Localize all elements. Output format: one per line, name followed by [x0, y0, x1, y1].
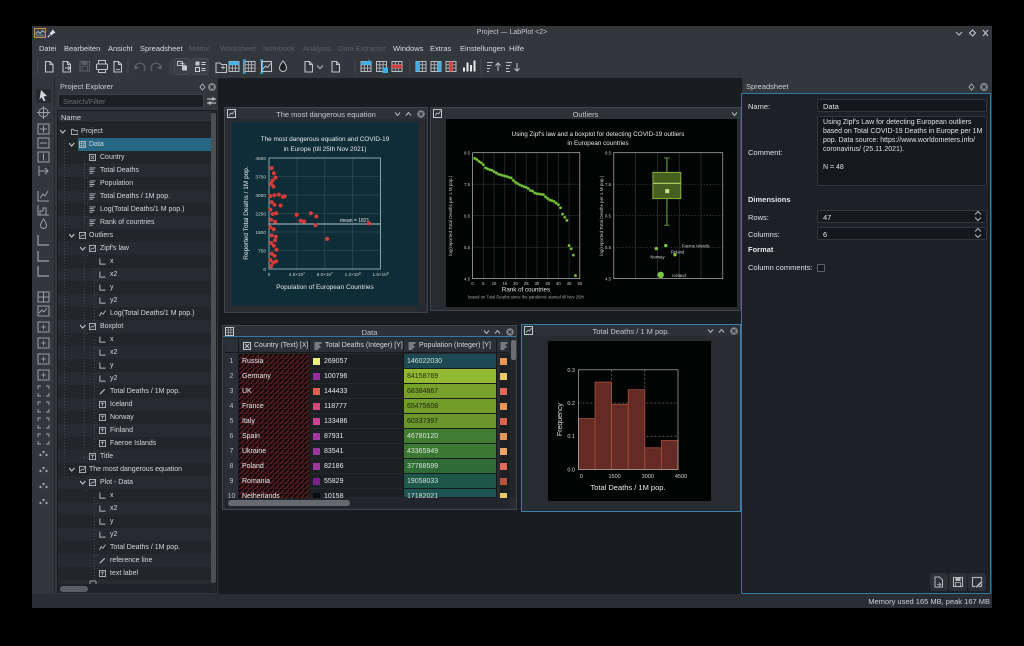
svg-text:30: 30: [535, 281, 540, 286]
svg-text:4.5: 4.5: [605, 276, 611, 281]
svg-text:7.5: 7.5: [464, 182, 470, 187]
svg-text:Reported Total Deaths / 1M pop: Reported Total Deaths / 1M pop.: [243, 166, 250, 260]
svg-text:Frequency: Frequency: [557, 403, 564, 437]
svg-text:The most dangerous equation an: The most dangerous equation and COVID-19: [261, 136, 390, 143]
svg-text:15: 15: [502, 281, 507, 286]
svg-text:4.5: 4.5: [464, 276, 470, 281]
svg-text:Iceland: Iceland: [672, 273, 686, 278]
svg-text:Finland: Finland: [671, 249, 685, 254]
svg-text:0: 0: [471, 281, 474, 286]
svg-text:1.2×108: 1.2×108: [345, 271, 361, 277]
svg-text:1500: 1500: [255, 230, 266, 236]
svg-text:Rank of countries: Rank of countries: [502, 287, 550, 294]
svg-text:5.5: 5.5: [605, 245, 611, 250]
svg-text:750: 750: [258, 248, 266, 254]
svg-text:Population of European Countri: Population of European Countries: [276, 284, 374, 291]
svg-text:log(reported Total Deaths per: log(reported Total Deaths per 1 M pop.): [599, 175, 604, 256]
svg-text:3750: 3750: [255, 174, 266, 180]
svg-text:0.0: 0.0: [567, 467, 575, 473]
svg-text:40: 40: [556, 281, 561, 286]
svg-text:1500: 1500: [608, 474, 620, 480]
svg-text:35: 35: [545, 281, 550, 286]
svg-text:3000: 3000: [642, 474, 654, 480]
svg-text:1.6×108: 1.6×108: [373, 271, 389, 277]
svg-text:25: 25: [524, 281, 529, 286]
svg-text:in Europe (till 25th Nov 2021): in Europe (till 25th Nov 2021): [284, 146, 367, 153]
svg-text:5.5: 5.5: [464, 245, 470, 250]
svg-text:6.5: 6.5: [464, 213, 470, 218]
svg-text:0.3: 0.3: [567, 368, 575, 374]
svg-text:Norway: Norway: [650, 255, 665, 260]
svg-text:45: 45: [567, 281, 572, 286]
svg-text:2250: 2250: [255, 211, 266, 217]
svg-text:based on Total Deaths since th: based on Total Deaths since the pandemic…: [468, 295, 585, 300]
svg-text:4500: 4500: [675, 474, 687, 480]
svg-text:6.5: 6.5: [605, 213, 611, 218]
svg-text:0: 0: [263, 267, 266, 273]
svg-text:4500: 4500: [255, 156, 266, 162]
svg-text:8.5: 8.5: [464, 150, 470, 155]
svg-text:8.5: 8.5: [605, 150, 611, 155]
svg-text:log(reported Total Deaths per: log(reported Total Deaths per 1 M pop.): [448, 175, 453, 256]
svg-text:0: 0: [580, 474, 583, 480]
svg-text:10: 10: [492, 281, 497, 286]
svg-text:4.0×107: 4.0×107: [289, 271, 305, 277]
svg-text:5: 5: [482, 281, 485, 286]
svg-text:8.0×107: 8.0×107: [317, 271, 333, 277]
svg-text:Using Zipf's law and a boxplot: Using Zipf's law and a boxplot for detec…: [512, 131, 685, 138]
svg-text:0.2: 0.2: [567, 401, 575, 407]
svg-text:mean = 1821: mean = 1821: [340, 218, 370, 224]
svg-text:0.1: 0.1: [567, 434, 575, 440]
svg-text:50: 50: [577, 281, 582, 286]
svg-text:Total Deaths / 1M pop.: Total Deaths / 1M pop.: [590, 483, 665, 492]
svg-text:7.5: 7.5: [605, 182, 611, 187]
svg-text:Faeroe Islands: Faeroe Islands: [682, 244, 710, 249]
svg-text:0: 0: [268, 272, 271, 277]
svg-text:3000: 3000: [255, 193, 266, 199]
svg-text:20: 20: [513, 281, 518, 286]
svg-text:in European countries: in European countries: [567, 140, 628, 147]
